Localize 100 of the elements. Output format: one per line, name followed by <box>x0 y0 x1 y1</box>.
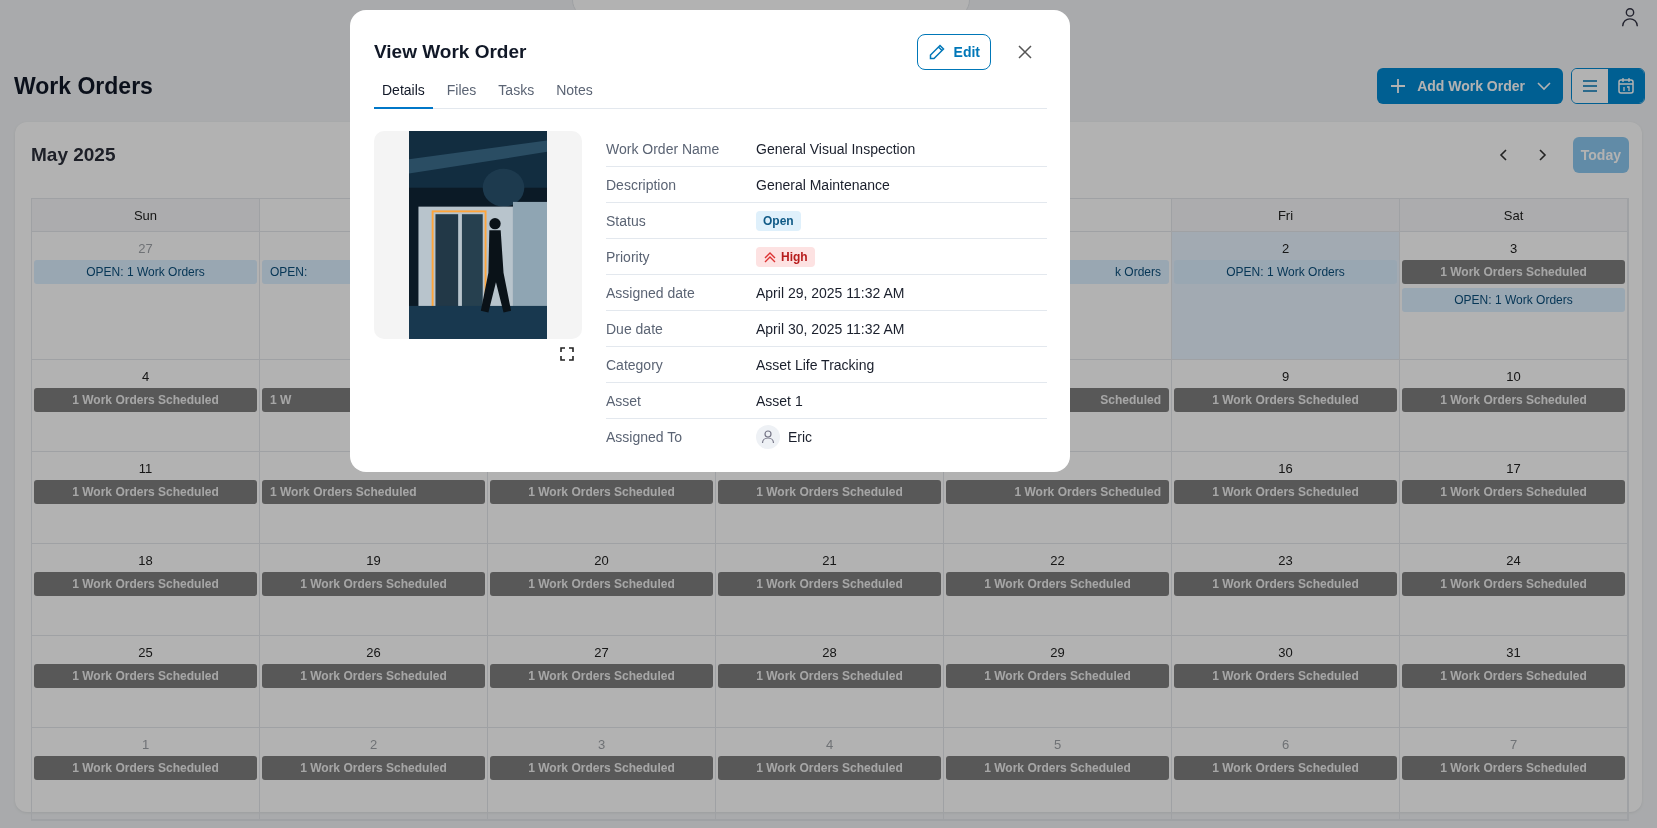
assignee-name: Eric <box>788 428 813 445</box>
day-number: 26 <box>366 645 381 660</box>
day-number: 2 <box>1281 241 1290 256</box>
scheduled-work-orders-event[interactable]: 1 Work Orders Scheduled <box>262 756 485 780</box>
day-number: 3 <box>597 737 606 752</box>
tab[interactable]: Details <box>374 74 433 109</box>
day-number: 25 <box>138 645 153 660</box>
scheduled-work-orders-event[interactable]: 1 Work Orders Scheduled <box>946 664 1169 688</box>
field-label: Status <box>606 212 647 229</box>
day-number: 2 <box>369 737 378 752</box>
scheduled-work-orders-event[interactable]: 1 Work Orders Scheduled <box>34 664 257 688</box>
pencil-icon <box>927 43 946 61</box>
day-number: 7 <box>1509 737 1518 752</box>
list-view-button[interactable] <box>1572 69 1608 103</box>
user-avatar-icon <box>756 424 780 449</box>
scheduled-work-orders-event[interactable]: 1 Work Orders Scheduled <box>1174 756 1397 780</box>
scheduled-work-orders-event[interactable]: 1 Work Orders Scheduled <box>262 480 485 504</box>
day-number: 19 <box>366 553 381 568</box>
field-label: Description <box>606 176 678 193</box>
field-value: April 29, 2025 11:32 AM <box>756 284 905 301</box>
day-number: 1 <box>141 737 150 752</box>
scheduled-work-orders-event[interactable]: 1 Work Orders Scheduled <box>34 572 257 596</box>
priority-badge: High <box>756 246 815 267</box>
calendar-view-button[interactable] <box>1608 69 1644 103</box>
scheduled-work-orders-event[interactable]: 1 Work Orders Scheduled <box>34 480 257 504</box>
scheduled-work-orders-event[interactable]: 1 Work Orders Scheduled <box>1402 664 1625 688</box>
day-number: 9 <box>1281 369 1290 384</box>
scheduled-work-orders-event[interactable]: 1 Work Orders Scheduled <box>1174 572 1397 596</box>
day-number: 3 <box>1509 241 1518 256</box>
scheduled-work-orders-event[interactable]: 1 Work Orders Scheduled <box>718 756 941 780</box>
day-number: 27 <box>138 241 153 256</box>
field-value: General Maintenance <box>756 176 890 193</box>
day-number: 28 <box>822 645 837 660</box>
day-number: 6 <box>1281 737 1290 752</box>
field-label: Work Order Name <box>606 140 721 157</box>
page-title: Work Orders <box>14 72 153 100</box>
day-number: 23 <box>1278 553 1293 568</box>
day-number: 11 <box>138 461 153 476</box>
add-work-order-button[interactable]: Add Work Order <box>1377 68 1563 104</box>
scheduled-work-orders-event[interactable]: 1 Work Orders Scheduled <box>490 572 713 596</box>
plus-icon <box>1389 77 1408 95</box>
field-label: Priority <box>606 248 651 265</box>
scheduled-work-orders-event[interactable]: 1 Work Orders Scheduled <box>490 756 713 780</box>
field-label: Asset <box>606 392 642 409</box>
scheduled-work-orders-event[interactable]: 1 Work Orders Scheduled <box>946 572 1169 596</box>
edit-button[interactable]: Edit <box>916 34 991 70</box>
open-work-orders-event[interactable]: OPEN: 1 Work Orders <box>34 260 257 284</box>
day-number: 29 <box>1050 645 1065 660</box>
tab[interactable]: Notes <box>548 74 601 109</box>
user-icon[interactable] <box>1619 6 1641 28</box>
field-value: April 30, 2025 11:32 AM <box>756 320 905 337</box>
field-label: Category <box>606 356 664 373</box>
day-number: 31 <box>1506 645 1521 660</box>
day-number: 20 <box>594 553 609 568</box>
day-number: 24 <box>1506 553 1521 568</box>
month-title: May 2025 <box>31 144 116 166</box>
scheduled-work-orders-event[interactable]: 1 Work Orders Scheduled <box>1174 480 1397 504</box>
scheduled-work-orders-event[interactable]: 1 Work Orders Scheduled <box>718 480 941 504</box>
day-number: 18 <box>138 553 153 568</box>
scheduled-work-orders-event[interactable]: 1 Work Orders Scheduled <box>1402 480 1625 504</box>
status-badge: Open <box>756 210 801 231</box>
field-label: Assigned date <box>606 284 696 301</box>
dialog-title: View Work Order <box>374 41 527 63</box>
scheduled-work-orders-event[interactable]: 1 Work Orders Scheduled <box>262 572 485 596</box>
scheduled-work-orders-event[interactable]: 1 Work Orders Scheduled <box>490 480 713 504</box>
day-number: 30 <box>1278 645 1293 660</box>
field-value: Asset Life Tracking <box>756 356 875 373</box>
calendar-icon <box>1617 77 1635 95</box>
day-number: 21 <box>822 553 837 568</box>
day-number: 16 <box>1278 461 1293 476</box>
weekday-header: Sat <box>1400 199 1628 232</box>
scheduled-work-orders-event[interactable]: 1 Work Orders Scheduled <box>1402 572 1625 596</box>
field-value: Asset 1 <box>756 392 803 409</box>
scheduled-work-orders-event[interactable]: 1 Work Orders Scheduled <box>1402 756 1625 780</box>
field-value: General Visual Inspection <box>756 140 916 157</box>
scheduled-work-orders-event[interactable]: 1 Work Orders Scheduled <box>946 756 1169 780</box>
scheduled-work-orders-event[interactable]: 1 Work Orders Scheduled <box>718 664 941 688</box>
day-number: 4 <box>141 369 150 384</box>
tab[interactable]: Tasks <box>490 74 543 109</box>
scheduled-work-orders-event[interactable]: 1 Work Orders Scheduled <box>1402 388 1625 412</box>
scheduled-work-orders-event[interactable]: 1 Work Orders Scheduled <box>1402 260 1625 284</box>
scheduled-work-orders-event[interactable]: 1 Work Orders Scheduled <box>1174 664 1397 688</box>
field-label: Assigned To <box>606 428 683 445</box>
scheduled-work-orders-event[interactable]: 1 Work Orders Scheduled <box>718 572 941 596</box>
day-number: 10 <box>1506 369 1521 384</box>
close-icon[interactable] <box>1017 44 1033 60</box>
open-work-orders-event[interactable]: OPEN: 1 Work Orders <box>1402 288 1625 312</box>
scheduled-work-orders-event[interactable]: 1 Work Orders Scheduled <box>946 480 1169 504</box>
scheduled-work-orders-event[interactable]: 1 Work Orders Scheduled <box>34 388 257 412</box>
scheduled-work-orders-event[interactable]: 1 Work Orders Scheduled <box>262 664 485 688</box>
tab[interactable]: Files <box>438 74 485 109</box>
open-work-orders-event[interactable]: OPEN: 1 Work Orders <box>1174 260 1397 284</box>
scheduled-work-orders-event[interactable]: 1 Work Orders Scheduled <box>1174 388 1397 412</box>
day-number: 22 <box>1050 553 1065 568</box>
weekday-header: Sun <box>32 199 260 232</box>
scheduled-work-orders-event[interactable]: 1 Work Orders Scheduled <box>34 756 257 780</box>
list-icon <box>1581 77 1599 95</box>
scheduled-work-orders-event[interactable]: 1 Work Orders Scheduled <box>490 664 713 688</box>
day-number: 27 <box>594 645 609 660</box>
fullscreen-icon[interactable] <box>560 347 574 361</box>
